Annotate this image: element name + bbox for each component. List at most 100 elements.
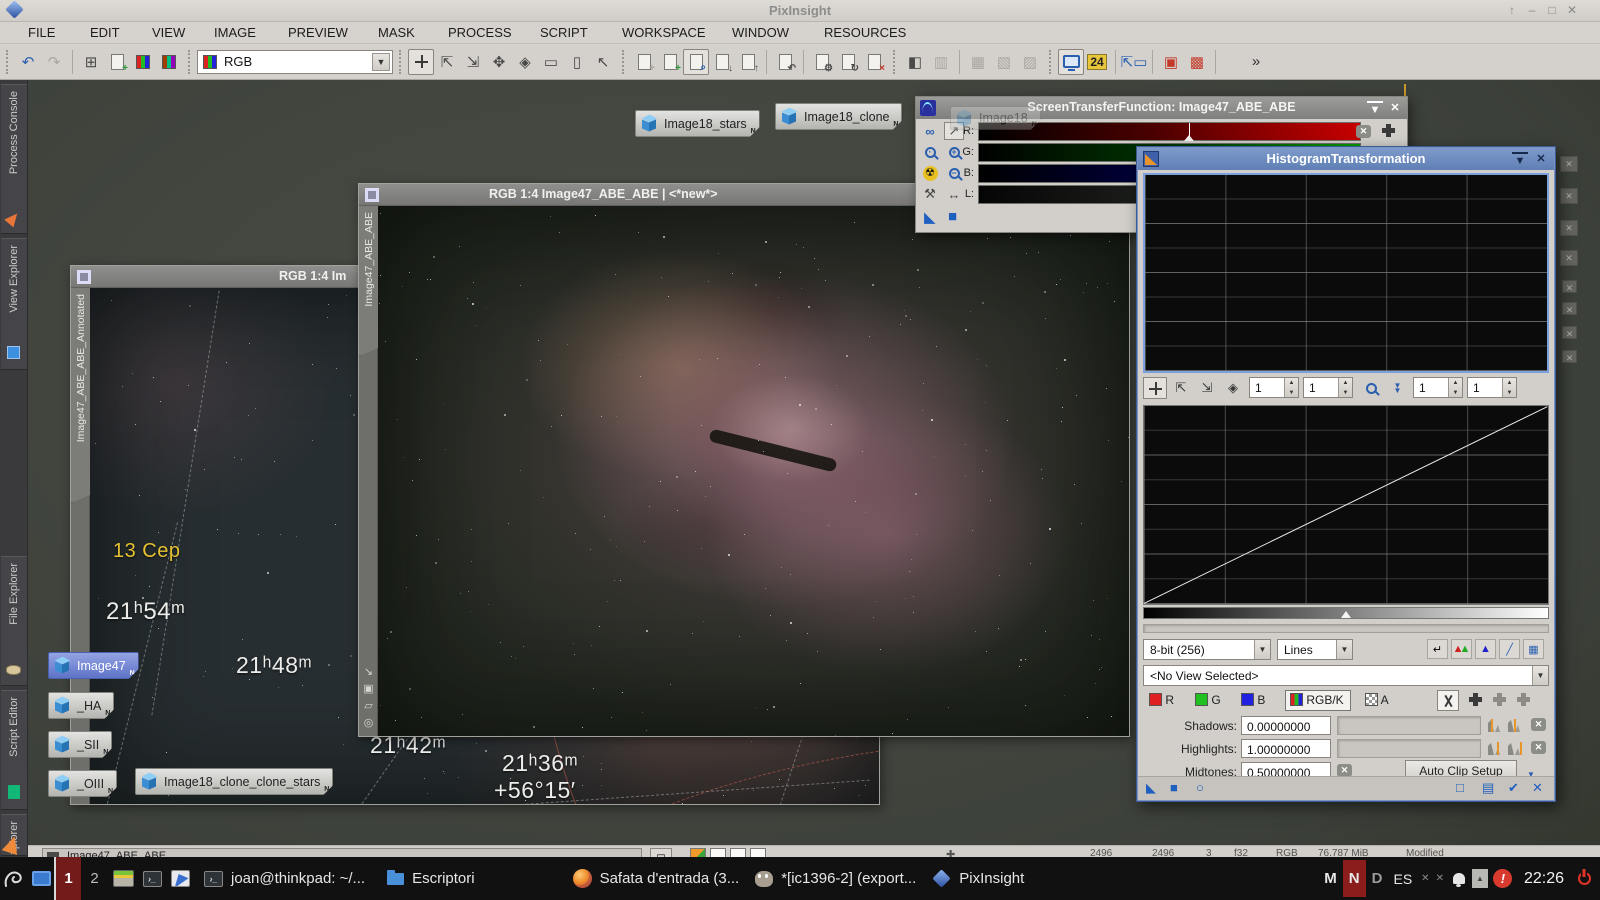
iconized-window-image18-stars[interactable]: Image18_stars N (635, 110, 760, 137)
process-add-button[interactable]: + (631, 49, 657, 75)
taskbar-item-firefox[interactable]: Safata d'entrada (3... (573, 869, 740, 888)
terminal-launcher-icon[interactable]: ›_ (138, 871, 166, 887)
image-window-main[interactable]: RGB 1:4 Image47_ABE_ABE | <*new*> Image4… (358, 183, 1130, 737)
new-image-button[interactable]: + (104, 49, 130, 75)
iconize-all-button[interactable]: ⇱▭ (1121, 49, 1147, 75)
hidden-panel-close-icon[interactable]: ✕ (1562, 326, 1577, 339)
editor-launcher-icon[interactable] (166, 870, 194, 887)
hidden-panel-close-icon[interactable]: ✕ (1562, 302, 1577, 315)
hidden-panel-close-icon[interactable]: ✕ (1560, 188, 1578, 204)
highlights-clip-icon[interactable] (1507, 740, 1523, 756)
menu-window[interactable]: WINDOW (732, 25, 789, 40)
ht-vertical-zoom-spinbox[interactable]: 1▲▼ (1303, 377, 1353, 398)
workspace-swatch-2[interactable] (710, 848, 726, 857)
clone-image-button[interactable] (156, 49, 182, 75)
hidden-panel-close-icon[interactable]: ✕ (1562, 350, 1577, 363)
tray-cursor-icon[interactable]: ✕ (1419, 873, 1431, 884)
tray-indicator-d[interactable]: D (1368, 870, 1387, 887)
ht-clip-mid-icon[interactable] (1493, 693, 1506, 706)
readout-mode-button[interactable]: ↖ (590, 49, 616, 75)
menu-edit[interactable]: EDIT (90, 25, 120, 40)
tray-expander-icon[interactable]: ▲ (1472, 869, 1488, 888)
process-new-button[interactable]: + (657, 49, 683, 75)
undo-button[interactable]: ↶ (15, 49, 41, 75)
process-export-button[interactable]: ↑ (735, 49, 761, 75)
toolbar-drag-handle[interactable] (188, 50, 193, 74)
tray-indicator-m[interactable]: M (1320, 870, 1341, 887)
workspace-1-button[interactable]: 1 (54, 857, 81, 900)
taskbar-item-terminal[interactable]: ›_ joan@thinkpad: ~/... (204, 870, 365, 887)
menu-file[interactable]: FILE (28, 25, 55, 40)
ht-titlebar[interactable]: HistogramTransformation ▼ ✕ (1138, 148, 1554, 170)
zoom-11-icon[interactable]: · (920, 143, 940, 161)
iconized-window-image47[interactable]: Image47 N (48, 652, 139, 679)
ht-resolution-select[interactable]: 8-bit (256)▼ (1143, 639, 1271, 660)
ht-cancel-icon[interactable]: ✕ (1532, 780, 1543, 796)
workspace-swatch-1[interactable] (690, 848, 706, 857)
duplicate-view-icon[interactable]: ▱ (364, 700, 372, 712)
dropdown-arrow-icon[interactable]: ▼ (372, 53, 390, 71)
workspace-2-button[interactable]: 2 (81, 857, 108, 900)
taskbar-item-files[interactable]: Escriptori (387, 870, 475, 887)
toolbar-drag-handle[interactable] (893, 50, 898, 74)
ht-midtones-slider[interactable] (1341, 611, 1351, 618)
sidebar-tab-file-explorer[interactable]: File Explorer (1, 556, 27, 686)
ht-plot-style-select[interactable]: Lines▼ (1277, 639, 1353, 660)
ht-channel-r[interactable]: R (1149, 693, 1174, 707)
select-corner-icon[interactable]: ↘ (364, 666, 373, 678)
auto-stretch-icon[interactable]: ☢ (920, 164, 940, 182)
ht-output-vzoom-spinbox[interactable]: 1▲▼ (1467, 377, 1517, 398)
iconized-window-image18[interactable]: Image18 N (950, 106, 1041, 130)
screen-transfer-function-button[interactable] (1058, 49, 1084, 75)
mask-remove-button[interactable]: ▥ (928, 49, 954, 75)
toolbar-drag-handle[interactable] (399, 50, 404, 74)
menu-script[interactable]: SCRIPT (540, 25, 588, 40)
ht-highlights-input[interactable] (1241, 739, 1331, 758)
ht-output-hzoom-spinbox[interactable]: 1▲▼ (1413, 377, 1463, 398)
ht-channel-alpha[interactable]: A (1365, 693, 1389, 707)
ht-horizontal-zoom-spinbox[interactable]: 1▲▼ (1249, 377, 1299, 398)
ht-clip-dark-icon[interactable] (1469, 693, 1482, 706)
link-rgb-icon[interactable]: ∞ (920, 122, 940, 140)
process-delete-button[interactable]: × (861, 49, 887, 75)
ht-channel-b[interactable]: B (1241, 693, 1265, 707)
iconized-window-image18-clone[interactable]: Image18_clone N (775, 103, 902, 130)
file-manager-launcher-icon[interactable] (108, 870, 138, 887)
iconized-window-oiii[interactable]: _OIII N (48, 770, 117, 797)
window-maximize-icon[interactable]: □ (1543, 2, 1561, 19)
menu-resources[interactable]: RESOURCES (824, 25, 906, 40)
menu-process[interactable]: PROCESS (448, 25, 512, 40)
process-reload-button[interactable]: ↻ (835, 49, 861, 75)
main-window-side-tab[interactable]: Image47_ABE_ABE (359, 206, 378, 356)
keyboard-layout-indicator[interactable]: ES (1388, 871, 1417, 887)
ht-transfer-curve-plot[interactable] (1143, 405, 1549, 605)
toolbar-drag-handle[interactable] (6, 50, 11, 74)
toolbar-drag-handle[interactable] (1049, 50, 1054, 74)
redo-button[interactable]: ↷ (41, 49, 67, 75)
ht-zoom-fit-icon[interactable]: ⇱ (1169, 377, 1193, 399)
zoom-to-optimal-button[interactable]: ⇲ (460, 49, 486, 75)
sidebar-tab-process-console[interactable]: Process Console (1, 84, 27, 234)
toolbar-overflow-button[interactable]: » (1243, 49, 1269, 75)
stf-setup-icon[interactable] (1382, 124, 1395, 137)
registration-target-icon[interactable]: ◎ (364, 717, 374, 729)
taskbar-item-pixinsight[interactable]: PixInsight (932, 870, 1024, 887)
ht-iconize-icon[interactable]: ▼ (1512, 152, 1528, 166)
menu-preview[interactable]: PREVIEW (288, 25, 348, 40)
iconized-window-ha[interactable]: _HA N (48, 692, 114, 719)
current-view-tab[interactable]: Image47_ABE_ABE (42, 848, 642, 857)
display-channel-selector[interactable]: RGB ▼ (197, 50, 393, 74)
edit-preview-mode-button[interactable]: ▯ (564, 49, 590, 75)
workspace-swatch-4[interactable] (750, 848, 766, 857)
ht-gradient-scale[interactable] (1143, 607, 1549, 619)
duplicate-image-button[interactable] (130, 49, 156, 75)
window-shade-icon[interactable]: ↑ (1503, 2, 1521, 19)
toolbar-drag-handle[interactable] (622, 50, 627, 74)
fit-view-button[interactable]: ◈ (512, 49, 538, 75)
ht-rescale-icon[interactable]: ↵ (1427, 639, 1448, 659)
ht-shadows-input[interactable] (1241, 716, 1331, 735)
process-settings-button[interactable]: ⚙ (809, 49, 835, 75)
menu-workspace[interactable]: WORKSPACE (622, 25, 706, 40)
ht-view-selector[interactable]: <No View Selected>▼ (1143, 665, 1549, 686)
new-preview-mode-button[interactable]: ▭ (538, 49, 564, 75)
